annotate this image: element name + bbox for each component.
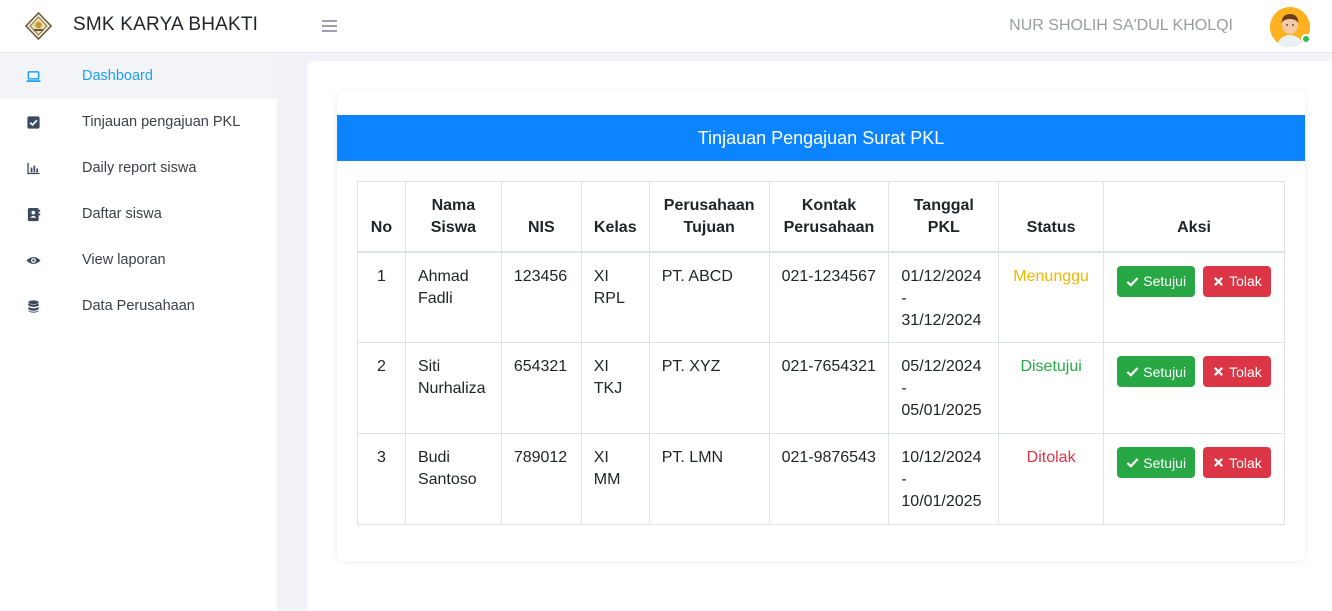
sidebar-item-label: Daily report siswa — [82, 160, 197, 176]
reject-button[interactable]: Tolak — [1203, 265, 1271, 297]
sidebar-item-dashboard[interactable]: Dashboard — [0, 53, 277, 99]
eye-icon — [26, 256, 41, 265]
approve-button-label: Setujui — [1143, 454, 1187, 471]
sidebar-item-label: Data Perusahaan — [82, 298, 195, 314]
cell-kelas: XI RPL — [580, 251, 650, 343]
reject-button[interactable]: Tolak — [1203, 356, 1271, 387]
column-header-kelas: Kelas — [580, 181, 650, 252]
approve-button-label: Setujui — [1143, 273, 1187, 289]
sidebar-item-label: View laporan — [82, 252, 166, 268]
bar-chart-icon — [27, 162, 40, 175]
reject-button-label: Tolak — [1229, 273, 1262, 289]
approve-button[interactable]: Setujui — [1117, 265, 1196, 297]
check-icon — [1126, 367, 1139, 377]
check-icon — [1126, 458, 1139, 468]
sidebar-item-view-laporan[interactable]: View laporan — [0, 237, 277, 283]
cell-tanggal: 01/12/2024 - 31/12/2024 — [888, 251, 1000, 343]
sidebar-item-label: Tinjauan pengajuan PKL — [82, 114, 241, 130]
table-row: 1 Ahmad Fadli 123456 XI RPL PT. ABCD 021… — [357, 251, 1285, 343]
cell-aksi: Setujui Tolak — [1103, 433, 1285, 525]
cell-aksi: Setujui Tolak — [1103, 342, 1285, 434]
cell-no: 3 — [357, 433, 406, 525]
column-header-status: Status — [998, 181, 1105, 252]
cell-kelas: XI TKJ — [580, 342, 650, 434]
sidebar-item-daftar-siswa[interactable]: Daftar siswa — [0, 191, 277, 237]
check-icon — [1126, 276, 1139, 287]
table-row: 2 Siti Nurhaliza 654321 XI TKJ PT. XYZ 0… — [357, 342, 1285, 434]
check-square-icon — [27, 116, 40, 129]
approve-button[interactable]: Setujui — [1117, 356, 1196, 387]
sidebar: Dashboard Tinjauan pengajuan PKL Daily r… — [0, 53, 277, 611]
reject-button-label: Tolak — [1229, 363, 1262, 380]
sidebar-item-label: Daftar siswa — [82, 206, 162, 222]
cell-nama: Budi Santoso — [404, 433, 502, 525]
cell-perusahaan: PT. XYZ — [648, 342, 770, 434]
column-header-nis: NIS — [500, 181, 582, 252]
cell-nama: Ahmad Fadli — [404, 251, 502, 343]
cell-kontak: 021-9876543 — [768, 433, 890, 525]
cell-perusahaan: PT. ABCD — [648, 251, 770, 343]
cell-nis: 789012 — [500, 433, 582, 525]
cell-tanggal: 10/12/2024 - 10/01/2025 — [888, 433, 1000, 525]
cell-nis: 654321 — [500, 342, 582, 434]
user-name[interactable]: NUR SHOLIH SA'DUL KHOLQI — [1009, 17, 1233, 35]
column-header-nama-siswa: Nama Siswa — [404, 181, 502, 252]
column-header-tanggal-pkl: Tanggal PKL — [888, 181, 1000, 252]
sidebar-item-data-perusahaan[interactable]: Data Perusahaan — [0, 283, 277, 329]
card-title: Tinjauan Pengajuan Surat PKL — [337, 115, 1305, 161]
cell-kelas: XI MM — [580, 433, 650, 525]
top-navbar: SMK KARYA BHAKTI NUR SHOLIH SA'DUL KHOLQ… — [0, 0, 1332, 53]
app-brand-title[interactable]: SMK KARYA BHAKTI — [73, 14, 258, 36]
table-row: 3 Budi Santoso 789012 XI MM PT. LMN 021-… — [357, 433, 1285, 525]
cell-nis: 123456 — [500, 251, 582, 343]
cell-kontak: 021-7654321 — [768, 342, 890, 434]
reject-button[interactable]: Tolak — [1203, 447, 1271, 478]
laptop-icon — [26, 71, 41, 82]
cell-aksi: Setujui Tolak — [1103, 251, 1285, 343]
sidebar-item-label: Dashboard — [82, 68, 153, 84]
cell-tanggal: 05/12/2024 - 05/01/2025 — [888, 342, 1000, 434]
sidebar-item-tinjauan-pengajuan-pkl[interactable]: Tinjauan pengajuan PKL — [0, 99, 277, 145]
menu-toggle-icon[interactable] — [321, 17, 338, 34]
close-icon — [1214, 366, 1224, 377]
online-status-dot — [1301, 34, 1311, 44]
table-header-row: No Nama Siswa NIS Kelas Perusahaan Tujua… — [357, 181, 1285, 252]
close-icon — [1214, 276, 1224, 286]
cell-nama: Siti Nurhaliza — [404, 342, 502, 434]
cell-no: 2 — [357, 342, 406, 434]
school-logo — [25, 12, 52, 40]
approve-button[interactable]: Setujui — [1117, 447, 1196, 478]
cell-perusahaan: PT. LMN — [648, 433, 770, 525]
database-icon — [28, 300, 39, 313]
column-header-no: No — [357, 181, 406, 252]
address-book-icon — [27, 207, 41, 222]
status-badge: Ditolak — [998, 433, 1105, 525]
approve-button-label: Setujui — [1143, 363, 1187, 380]
submissions-table: No Nama Siswa NIS Kelas Perusahaan Tujua… — [357, 181, 1285, 525]
close-icon — [1214, 457, 1224, 468]
column-header-kontak-perusahaan: Kontak Perusahaan — [768, 181, 890, 252]
reject-button-label: Tolak — [1229, 454, 1262, 471]
cell-no: 1 — [357, 251, 406, 343]
status-badge: Disetujui — [998, 342, 1105, 434]
column-header-aksi: Aksi — [1103, 181, 1285, 252]
cell-kontak: 021-1234567 — [768, 251, 890, 343]
status-badge: Menunggu — [998, 251, 1105, 343]
sidebar-item-daily-report-siswa[interactable]: Daily report siswa — [0, 145, 277, 191]
column-header-perusahaan-tujuan: Perusahaan Tujuan — [648, 181, 770, 252]
